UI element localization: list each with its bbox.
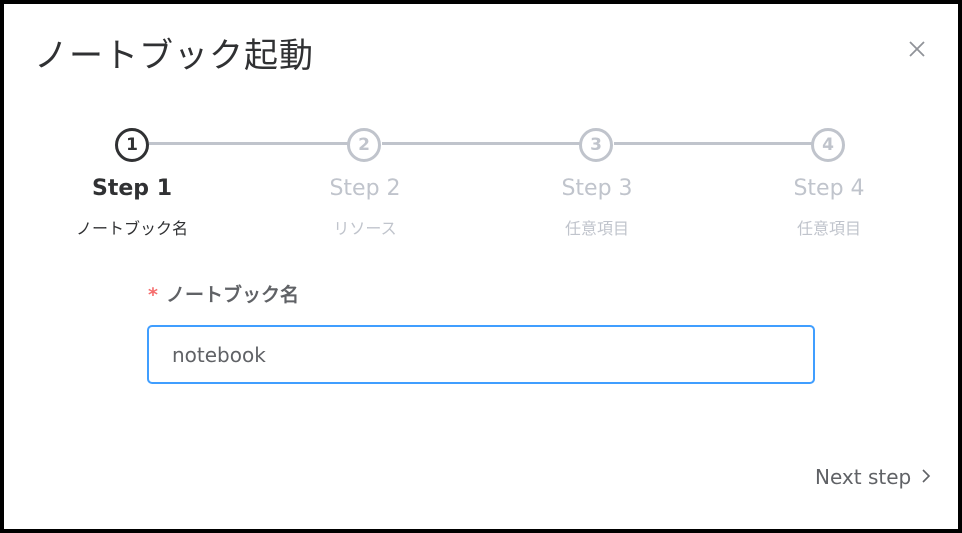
- step-4-circle: 4: [811, 128, 845, 162]
- chevron-right-icon: [921, 465, 931, 489]
- step-1-circle: 1: [115, 128, 149, 162]
- step-3-description: 任意項目: [564, 219, 629, 238]
- step-3-title: Step 3: [561, 176, 633, 201]
- launch-notebook-dialog: ノートブック起動 1 2 3 4 Step 1 Step 2 Step 3 St…: [4, 4, 958, 529]
- step-connector: [614, 142, 813, 145]
- step-1-title: Step 1: [92, 176, 172, 201]
- step-3-circle: 3: [579, 128, 613, 162]
- step-4-description: 任意項目: [796, 219, 861, 238]
- step-connector: [382, 142, 580, 145]
- step-1-description: ノートブック名: [75, 219, 188, 238]
- step-2-circle: 2: [347, 128, 381, 162]
- required-mark: *: [148, 284, 158, 306]
- stepper: 1 2 3 4 Step 1 Step 2 Step 3 Step 4 ノートブ…: [4, 4, 958, 264]
- step-2-title: Step 2: [329, 176, 401, 201]
- notebook-name-label-text: ノートブック名: [165, 284, 299, 306]
- notebook-name-label: * ノートブック名: [148, 280, 299, 307]
- step-4-title: Step 4: [793, 176, 865, 201]
- next-step-label: Next step: [815, 465, 912, 489]
- step-2-description: リソース: [333, 219, 397, 238]
- next-step-button[interactable]: Next step: [815, 465, 931, 489]
- notebook-name-input[interactable]: [147, 325, 815, 384]
- step-connector: [149, 142, 349, 145]
